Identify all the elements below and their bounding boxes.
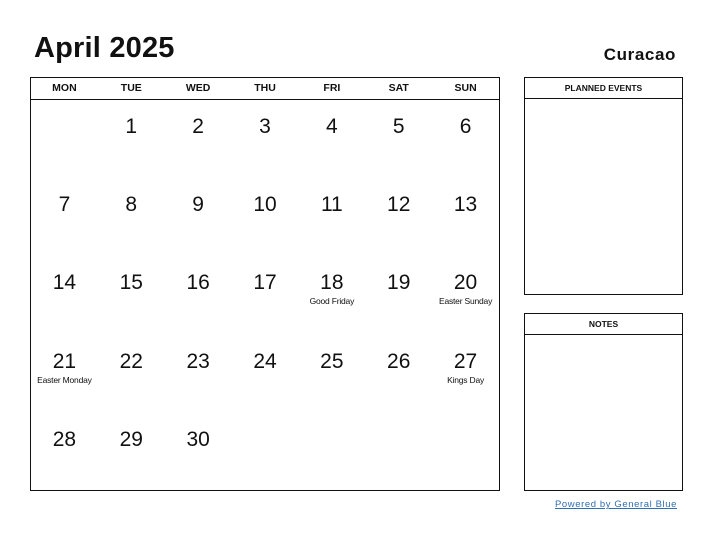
day-cell: 27 Kings Day bbox=[432, 335, 499, 413]
weekday-label: FRI bbox=[323, 82, 341, 94]
day-number: 17 bbox=[253, 271, 277, 295]
planned-events-heading: PLANNED EVENTS bbox=[525, 78, 682, 99]
day-cell: 14 bbox=[31, 256, 98, 334]
empty-day-cell bbox=[31, 100, 98, 178]
day-cell: 13 bbox=[432, 178, 499, 256]
day-number: 16 bbox=[186, 271, 210, 295]
day-number: 1 bbox=[125, 115, 138, 138]
day-cell: 18 Good Friday bbox=[298, 256, 365, 334]
day-cell: 6 bbox=[432, 100, 499, 178]
holiday-label: Good Friday bbox=[309, 296, 355, 307]
day-number: 14 bbox=[52, 271, 77, 295]
day-number bbox=[365, 413, 432, 428]
day-cell: 1 bbox=[98, 100, 165, 178]
notes-panel: NOTES bbox=[524, 313, 683, 491]
day-number: 3 bbox=[259, 115, 271, 138]
notes-heading: NOTES bbox=[525, 314, 682, 335]
calendar-grid: MON TUE WED THU FRI SAT SUN 1 2 3 4 5 6 7 8 9 10 1… bbox=[30, 77, 500, 491]
day-cell: 8 bbox=[98, 178, 165, 256]
planned-events-panel: PLANNED EVENTS bbox=[524, 77, 683, 295]
day-cell: 5 bbox=[365, 100, 432, 178]
weekday-label: THU bbox=[254, 82, 276, 94]
day-number: 7 bbox=[58, 193, 71, 217]
holiday-label: Kings Day bbox=[447, 374, 485, 385]
day-number: 9 bbox=[192, 193, 204, 217]
day-cell: 2 bbox=[165, 100, 232, 178]
day-number bbox=[432, 413, 499, 428]
holiday-label: Easter Sunday bbox=[438, 296, 493, 307]
day-number: 26 bbox=[387, 349, 411, 373]
day-cell: 17 bbox=[232, 256, 299, 334]
country-label: Curacao bbox=[603, 45, 676, 64]
day-number: 11 bbox=[320, 193, 343, 217]
day-number: 2 bbox=[192, 115, 204, 138]
calendar-body: 1 2 3 4 5 6 7 8 9 10 11 12 13 14 15 16 17 18 Good Friday 19… bbox=[31, 100, 499, 491]
day-cell: 3 bbox=[232, 100, 299, 178]
day-number: 15 bbox=[119, 271, 143, 295]
weekday-header: MON TUE WED THU FRI SAT SUN bbox=[31, 78, 499, 100]
weekday-label: SUN bbox=[454, 82, 477, 94]
holiday-label: Easter Monday bbox=[37, 374, 92, 385]
empty-day-cell bbox=[232, 413, 299, 491]
day-number: 13 bbox=[453, 193, 478, 217]
weekday-label: WED bbox=[185, 82, 211, 94]
day-cell: 23 bbox=[165, 335, 232, 413]
day-cell: 16 bbox=[165, 256, 232, 334]
day-number: 30 bbox=[186, 427, 210, 451]
day-number: 23 bbox=[186, 349, 210, 373]
powered-by-link[interactable]: Powered by General Blue bbox=[555, 499, 677, 510]
day-number: 19 bbox=[387, 271, 411, 295]
day-number bbox=[232, 413, 299, 428]
day-number: 4 bbox=[326, 115, 338, 138]
month-title: April 2025 bbox=[34, 32, 175, 64]
day-number bbox=[298, 413, 365, 428]
day-cell: 4 bbox=[298, 100, 365, 178]
day-number: 22 bbox=[119, 349, 143, 373]
day-number: 20 bbox=[453, 271, 478, 295]
day-cell: 22 bbox=[98, 335, 165, 413]
day-number: 29 bbox=[119, 427, 143, 451]
day-number: 12 bbox=[387, 193, 411, 217]
day-cell: 21 Easter Monday bbox=[31, 335, 98, 413]
day-cell: 28 bbox=[31, 413, 98, 491]
day-cell: 15 bbox=[98, 256, 165, 334]
day-number: 24 bbox=[253, 349, 277, 373]
weekday-label: TUE bbox=[120, 82, 142, 94]
empty-day-cell bbox=[432, 413, 499, 491]
day-number: 6 bbox=[459, 115, 472, 138]
day-cell: 25 bbox=[298, 335, 365, 413]
day-number: 5 bbox=[392, 115, 405, 138]
empty-day-cell bbox=[365, 413, 432, 491]
day-number: 8 bbox=[125, 193, 138, 217]
day-number: 25 bbox=[320, 349, 344, 373]
day-cell: 12 bbox=[365, 178, 432, 256]
day-cell: 7 bbox=[31, 178, 98, 256]
empty-day-cell bbox=[298, 413, 365, 491]
day-cell: 29 bbox=[98, 413, 165, 491]
day-cell: 19 bbox=[365, 256, 432, 334]
day-number: 27 bbox=[453, 349, 478, 373]
day-cell: 24 bbox=[232, 335, 299, 413]
day-number bbox=[31, 100, 98, 115]
day-cell: 9 bbox=[165, 178, 232, 256]
day-cell: 30 bbox=[165, 413, 232, 491]
day-cell: 11 bbox=[298, 178, 365, 256]
weekday-label: MON bbox=[52, 82, 77, 94]
weekday-label: SAT bbox=[388, 82, 409, 94]
day-cell: 10 bbox=[232, 178, 299, 256]
day-number: 10 bbox=[253, 193, 277, 217]
day-number: 28 bbox=[52, 427, 77, 451]
day-cell: 26 bbox=[365, 335, 432, 413]
day-number: 21 bbox=[52, 349, 77, 373]
day-number: 18 bbox=[320, 271, 344, 295]
day-cell: 20 Easter Sunday bbox=[432, 256, 499, 334]
